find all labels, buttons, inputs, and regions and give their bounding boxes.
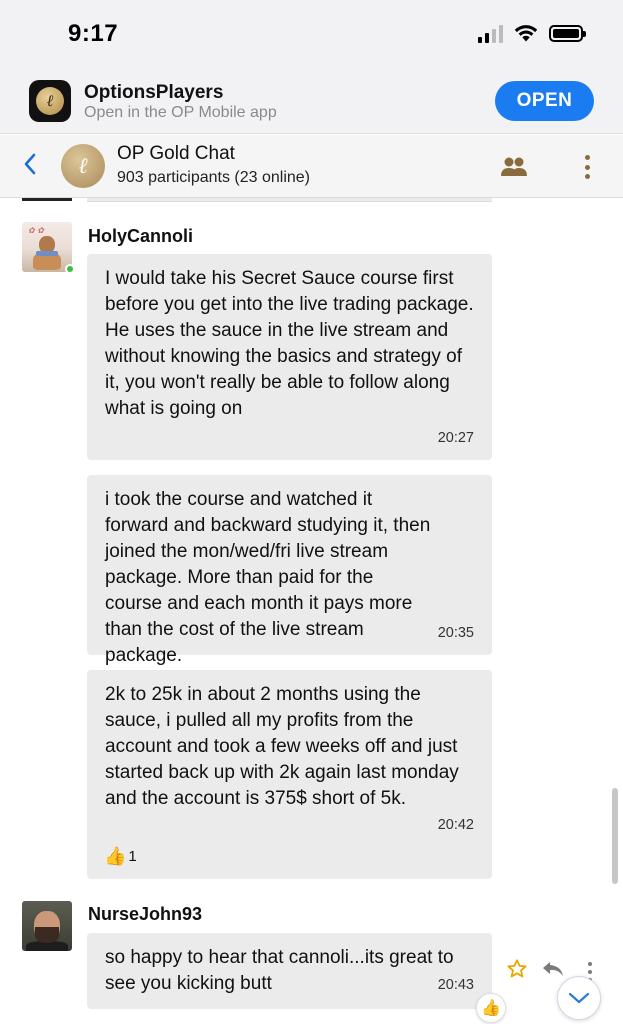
chat-messages[interactable]: ✿ ✿ HolyCannoli I would take his Secret … (0, 198, 623, 1024)
app-banner-subtitle: Open in the OP Mobile app (84, 104, 277, 121)
message-text: 2k to 25k in about 2 months using the sa… (105, 684, 459, 809)
thumbs-up-icon: 👍 (104, 846, 127, 866)
cellular-signal-icon (478, 24, 503, 43)
app-banner: ℓ OptionsPlayers Open in the OP Mobile a… (0, 70, 623, 134)
message-time: 20:27 (437, 430, 474, 446)
message-time: 20:35 (437, 625, 474, 641)
reaction-count: 1 (128, 848, 137, 865)
previous-avatar-edge (22, 198, 72, 201)
vertical-dots-icon[interactable] (583, 155, 591, 179)
open-app-button[interactable]: OPEN (495, 81, 594, 121)
message-text: so happy to hear that cannoli...its grea… (105, 947, 454, 994)
app-logo: ℓ (29, 80, 71, 122)
chevron-down-icon (568, 992, 590, 1004)
message-bubble[interactable]: i took the course and watched it forward… (87, 475, 492, 666)
message-author[interactable]: HolyCannoli (88, 226, 193, 247)
message-bubble[interactable]: 2k to 25k in about 2 months using the sa… (87, 670, 492, 879)
message-time: 20:43 (437, 977, 474, 993)
add-reaction-button[interactable]: 👍 (476, 993, 506, 1023)
avatar[interactable] (22, 901, 72, 951)
message-text: i took the course and watched it forward… (105, 489, 431, 666)
status-time: 9:17 (68, 20, 119, 47)
message-bubble[interactable]: I would take his Secret Sauce course fir… (87, 254, 492, 460)
chat-title[interactable]: OP Gold Chat (117, 143, 235, 165)
scrollbar[interactable] (612, 788, 618, 884)
app-name: OptionsPlayers (84, 82, 224, 103)
status-icons (478, 24, 586, 43)
message-author[interactable]: NurseJohn93 (88, 904, 202, 925)
reply-icon[interactable] (541, 959, 565, 985)
scroll-down-button[interactable] (557, 976, 601, 1020)
people-icon[interactable] (501, 156, 527, 178)
status-bar: 9:17 (0, 0, 623, 70)
message-text: I would take his Secret Sauce course fir… (105, 268, 474, 419)
avatar[interactable]: ✿ ✿ (22, 222, 72, 272)
reaction-badge[interactable]: 👍 1 (104, 846, 137, 867)
previous-bubble-edge (87, 198, 492, 202)
chevron-left-icon[interactable] (23, 153, 37, 179)
star-icon[interactable] (506, 958, 528, 986)
thumbs-up-icon: 👍 (481, 1000, 501, 1017)
chat-participants[interactable]: 903 participants (23 online) (117, 169, 310, 187)
chat-avatar[interactable]: ℓ (61, 144, 105, 188)
online-status-indicator (65, 264, 75, 274)
message-bubble[interactable]: so happy to hear that cannoli...its grea… (87, 933, 492, 1009)
battery-icon (549, 25, 586, 42)
message-time: 20:42 (437, 817, 474, 833)
wifi-icon (514, 25, 538, 42)
chat-header: ℓ OP Gold Chat 903 participants (23 onli… (0, 135, 623, 198)
